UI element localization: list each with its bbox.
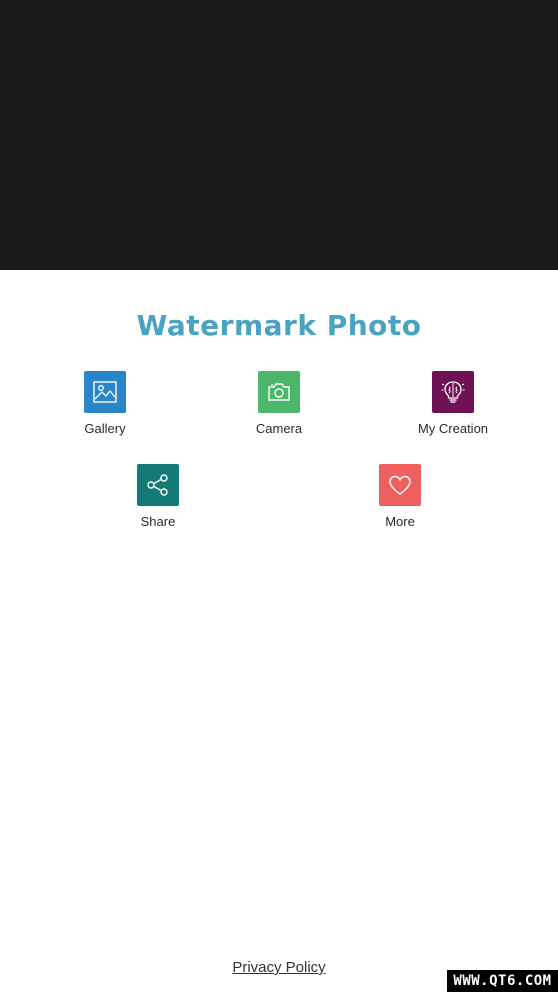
heart-icon [389,475,411,495]
gallery-icon-box [84,371,126,413]
share-icon [147,474,168,496]
site-watermark: WWW.QT6.COM [447,970,558,992]
camera-icon [268,383,290,401]
share-label: Share [140,514,176,529]
brain-bulb-icon [441,381,465,403]
more-icon-box [379,464,421,506]
camera-button[interactable]: Camera [214,371,344,441]
gallery-button[interactable]: Gallery [40,371,170,441]
my-creation-button[interactable]: My Creation [388,371,518,441]
preview-area [0,0,558,270]
more-button[interactable]: More [335,464,465,534]
my-creation-icon-box [432,371,474,413]
gallery-label: Gallery [84,421,126,436]
camera-icon-box [258,371,300,413]
my-creation-label: My Creation [417,421,489,436]
share-button[interactable]: Share [93,464,223,534]
app-title: Watermark Photo [136,309,422,342]
image-icon [93,381,117,403]
more-label: More [385,514,415,529]
share-icon-box [137,464,179,506]
camera-label: Camera [255,421,303,436]
